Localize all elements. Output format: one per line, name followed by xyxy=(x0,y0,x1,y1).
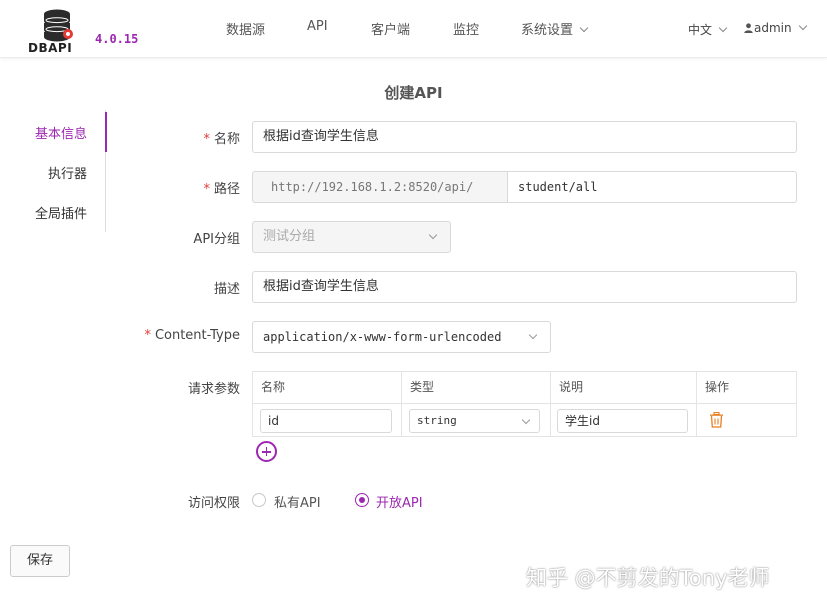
content-type-select[interactable]: application/x-www-form-urlencoded xyxy=(252,321,551,353)
param-name-cell: id xyxy=(253,404,402,437)
param-desc-cell: 学生id xyxy=(551,404,697,437)
params-table: 名称 类型 说明 操作 id string 学生id xyxy=(252,371,797,437)
param-name-input[interactable]: id xyxy=(260,409,392,433)
path-label-text: 路径 xyxy=(213,182,240,197)
sidebar-item-basic-info[interactable]: 基本信息 xyxy=(35,123,87,142)
logo-text: DBAPI xyxy=(28,41,73,55)
group-select-value: 测试分组 xyxy=(263,229,316,244)
sidebar-item-executor[interactable]: 执行器 xyxy=(48,163,87,182)
sidebar-item-global-plugins[interactable]: 全局插件 xyxy=(35,203,87,222)
column-header-name: 名称 xyxy=(253,372,402,403)
path-input[interactable]: student/all xyxy=(507,171,797,203)
nav-system-settings-label: 系统设置 xyxy=(521,23,574,38)
nav-datasource[interactable]: 数据源 xyxy=(226,19,265,38)
column-header-type: 类型 xyxy=(402,372,551,403)
path-prefix: http://192.168.1.2:8520/api/ xyxy=(252,171,508,203)
trash-icon[interactable] xyxy=(709,412,724,428)
user-menu[interactable]: admin xyxy=(744,21,807,35)
description-input[interactable]: 根据id查询学生信息 xyxy=(252,271,797,303)
username: admin xyxy=(754,21,792,35)
chevron-down-icon xyxy=(528,330,538,340)
required-mark: * xyxy=(203,132,210,147)
public-api-radio[interactable] xyxy=(355,493,369,507)
param-description-input[interactable]: 学生id xyxy=(557,409,688,433)
version-label: 4.0.15 xyxy=(95,32,139,46)
user-icon xyxy=(744,23,753,33)
param-type-cell: string xyxy=(402,404,551,437)
param-action-cell xyxy=(697,404,796,437)
add-param-button[interactable] xyxy=(256,441,277,462)
chevron-down-icon xyxy=(428,230,438,240)
public-api-label[interactable]: 开放API xyxy=(376,492,423,511)
watermark-text: 知乎 @不剪发的Tony老师 xyxy=(526,566,770,590)
nav-monitor[interactable]: 监控 xyxy=(453,19,479,38)
chevron-down-icon xyxy=(718,23,728,33)
name-label-text: 名称 xyxy=(213,132,240,147)
language-label: 中文 xyxy=(688,23,713,37)
private-api-label[interactable]: 私有API xyxy=(274,492,321,511)
nav-api[interactable]: API xyxy=(307,19,328,34)
name-label: * 名称 xyxy=(203,128,240,147)
active-indicator xyxy=(105,112,107,152)
chevron-down-icon xyxy=(798,21,807,31)
page-title: 创建API xyxy=(384,84,443,102)
column-header-action: 操作 xyxy=(705,380,730,394)
chevron-down-icon xyxy=(521,415,531,425)
chevron-down-icon xyxy=(579,23,589,33)
required-mark: * xyxy=(203,182,210,197)
group-select[interactable]: 测试分组 xyxy=(252,221,451,253)
path-label: * 路径 xyxy=(203,178,240,197)
sidebar: 基本信息 执行器 全局插件 xyxy=(0,110,107,232)
group-label: API分组 xyxy=(193,232,240,247)
request-params-label: 请求参数 xyxy=(187,382,240,397)
param-type-select[interactable]: string xyxy=(409,409,540,433)
nav-system-settings[interactable]: 系统设置 xyxy=(521,19,589,38)
nav-client[interactable]: 客户端 xyxy=(371,19,410,38)
required-mark: * xyxy=(144,328,151,343)
column-header-description: 说明 xyxy=(551,372,697,403)
param-type-value: string xyxy=(417,414,457,427)
save-button[interactable]: 保存 xyxy=(10,545,70,577)
private-api-radio[interactable] xyxy=(252,493,266,507)
name-input[interactable]: 根据id查询学生信息 xyxy=(252,121,797,153)
language-selector[interactable]: 中文 xyxy=(688,21,728,38)
description-label: 描述 xyxy=(213,282,240,297)
content-type-label: * Content-Type xyxy=(144,328,240,343)
top-header: DBAPI 4.0.15 数据源 API 客户端 监控 系统设置 中文 admi… xyxy=(0,0,827,58)
content-type-value: application/x-www-form-urlencoded xyxy=(263,330,502,344)
access-label: 访问权限 xyxy=(187,496,240,511)
content-type-label-text: Content-Type xyxy=(154,328,240,343)
